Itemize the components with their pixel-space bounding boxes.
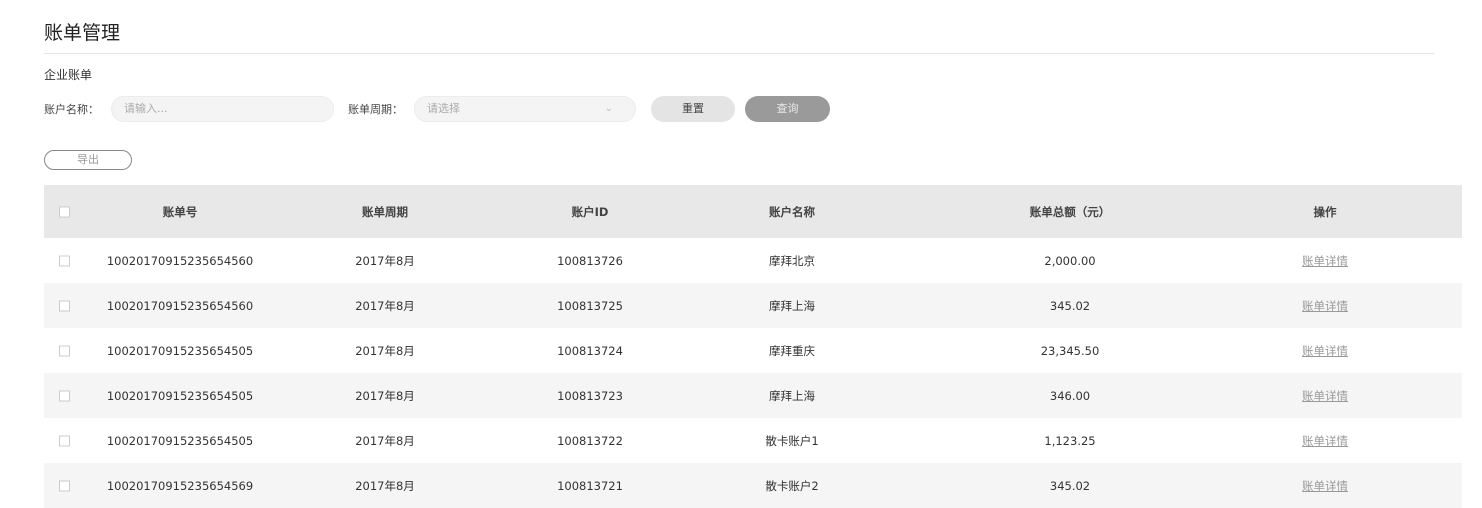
row-checkbox[interactable] bbox=[59, 255, 70, 266]
section-title: 企业账单 bbox=[44, 68, 93, 82]
page-title: 账单管理 bbox=[44, 22, 121, 44]
row-checkbox[interactable] bbox=[59, 390, 70, 401]
bill-period: 2017年8月 bbox=[355, 388, 415, 403]
bill-detail-link[interactable]: 账单详情 bbox=[1302, 343, 1348, 359]
bill-no: 1002017091523565456​0 bbox=[106, 253, 254, 268]
chevron-down-icon: ⌄ bbox=[604, 103, 613, 114]
table-row: 10020170915235654505 2017年8月 100813723 摩… bbox=[44, 373, 1462, 418]
bill-period: 2017年8月 bbox=[355, 298, 415, 313]
bill-detail-link[interactable]: 账单详情 bbox=[1302, 478, 1348, 494]
export-button[interactable]: 导出 bbox=[44, 150, 132, 170]
bill-detail-link[interactable]: 账单详情 bbox=[1302, 253, 1348, 269]
bill-amount: 345.02 bbox=[1049, 478, 1091, 493]
table-row: 10020170915235654505 2017年8月 100813722 散… bbox=[44, 418, 1462, 463]
account-id: 100813726 bbox=[557, 253, 623, 268]
bill-detail-link[interactable]: 账单详情 bbox=[1302, 388, 1348, 404]
table-row: 10020170915235654505 2017年8月 100813724 摩… bbox=[44, 328, 1462, 373]
header-period: 账单周期 bbox=[362, 204, 408, 219]
header-bill-no: 账单号 bbox=[162, 204, 198, 219]
bill-no: 10020170915235654569 bbox=[106, 478, 254, 493]
bill-amount: 346.00 bbox=[1049, 388, 1091, 403]
bill-period: 2017年8月 bbox=[355, 253, 415, 268]
bill-no: 10020170915235654505 bbox=[106, 433, 254, 448]
account-id: 100813724 bbox=[557, 343, 623, 358]
bill-detail-link[interactable]: 账单详情 bbox=[1302, 433, 1348, 449]
bill-no: 10020170915235654505 bbox=[106, 388, 254, 403]
table-header: 账单号 账单周期 账户ID 账户名称 账单总额（元） 操作 bbox=[44, 185, 1462, 238]
header-account-id: 账户ID bbox=[571, 204, 609, 219]
account-id: 100813722 bbox=[557, 433, 623, 448]
period-label: 账单周期： bbox=[348, 103, 403, 116]
bill-period: 2017年8月 bbox=[355, 433, 415, 448]
bill-no: 10020170915235654505 bbox=[106, 343, 254, 358]
account-name: 摩拜北京 bbox=[769, 253, 815, 268]
bill-amount: 23,345.50 bbox=[1040, 343, 1100, 358]
divider bbox=[44, 53, 1434, 54]
bill-table: 账单号 账单周期 账户ID 账户名称 账单总额（元） 操作 1002017091… bbox=[44, 185, 1462, 508]
account-name: 摩拜重庆 bbox=[769, 343, 815, 358]
reset-button[interactable]: 重置 bbox=[651, 96, 735, 122]
bill-amount: 2,000.00 bbox=[1044, 253, 1096, 268]
row-checkbox[interactable] bbox=[59, 480, 70, 491]
select-all-checkbox[interactable] bbox=[59, 206, 70, 217]
account-name-input[interactable]: 请输入... bbox=[111, 96, 334, 122]
table-row: 1002017091523565456​0 2017年8月 100813726 … bbox=[44, 238, 1462, 283]
account-name: 散卡账户1 bbox=[765, 433, 819, 448]
header-action: 操作 bbox=[1313, 204, 1337, 219]
row-checkbox[interactable] bbox=[59, 345, 70, 356]
row-checkbox[interactable] bbox=[59, 300, 70, 311]
account-name: 摩拜上海 bbox=[769, 388, 815, 403]
period-placeholder: 请选择 bbox=[427, 102, 460, 115]
row-checkbox[interactable] bbox=[59, 435, 70, 446]
period-select[interactable]: 请选择 ⌄ bbox=[414, 96, 636, 122]
account-id: 100813723 bbox=[557, 388, 623, 403]
bill-period: 2017年8月 bbox=[355, 343, 415, 358]
bill-period: 2017年8月 bbox=[355, 478, 415, 493]
bill-amount: 345.02 bbox=[1049, 298, 1091, 313]
table-row: 10020170915235654560 2017年8月 100813725 摩… bbox=[44, 283, 1462, 328]
bill-detail-link[interactable]: 账单详情 bbox=[1302, 298, 1348, 314]
account-name: 散卡账户2 bbox=[765, 478, 819, 493]
account-name: 摩拜上海 bbox=[769, 298, 815, 313]
account-id: 100813725 bbox=[557, 298, 623, 313]
bill-amount: 1,123.25 bbox=[1044, 433, 1096, 448]
header-amount: 账单总额（元） bbox=[1029, 204, 1111, 219]
query-button[interactable]: 查询 bbox=[745, 96, 830, 122]
bill-no: 10020170915235654560 bbox=[106, 298, 254, 313]
header-account-name: 账户名称 bbox=[769, 204, 815, 219]
account-name-label: 账户名称： bbox=[44, 103, 99, 116]
table-row: 10020170915235654569 2017年8月 100813721 散… bbox=[44, 463, 1462, 508]
account-id: 100813721 bbox=[557, 478, 623, 493]
